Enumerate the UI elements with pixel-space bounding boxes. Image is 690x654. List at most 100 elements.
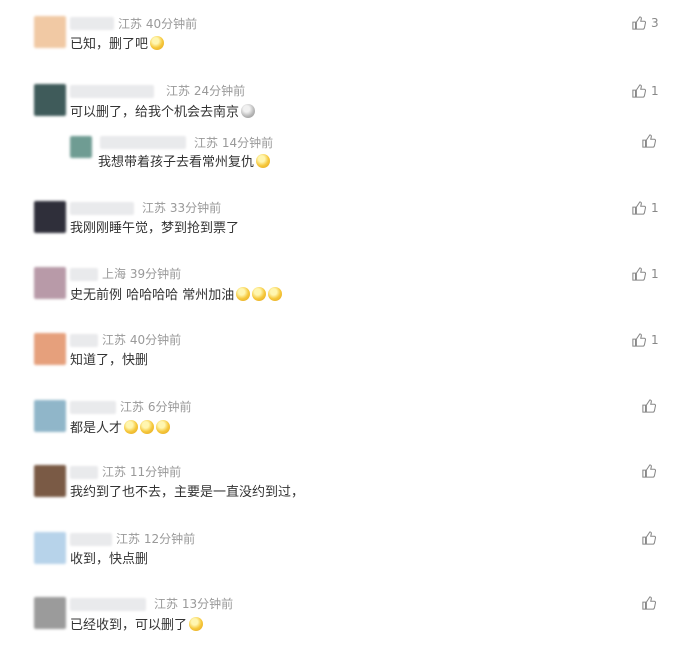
comment-body: 收到，快点删 — [70, 552, 149, 567]
thumbs-up-icon — [632, 333, 646, 347]
comment-meta: 江苏 33分钟前 — [142, 201, 221, 215]
location-label: 江苏 — [194, 136, 219, 150]
comment-item: 上海 39分钟前 史无前例 哈哈哈哈 常州加油 1 — [0, 265, 690, 321]
clap-emoji — [268, 287, 283, 301]
comment-meta: 江苏 13分钟前 — [154, 597, 233, 611]
comment-text: 史无前例 哈哈哈哈 常州加油 — [70, 287, 283, 304]
location-label: 江苏 — [116, 532, 141, 546]
comment-meta: 江苏 6分钟前 — [120, 400, 191, 414]
comment-body: 都是人才 — [70, 421, 123, 436]
avatar[interactable] — [34, 84, 66, 116]
like-count: 1 — [651, 201, 659, 215]
timestamp: 13分钟前 — [181, 597, 234, 611]
avatar[interactable] — [34, 465, 66, 497]
comment-body: 我想带着孩子去看常州复仇 — [98, 155, 255, 170]
comment-item: 江苏 6分钟前 都是人才 — [0, 398, 690, 454]
face-emoji — [124, 420, 139, 434]
face-emoji — [156, 420, 171, 434]
comment-meta: 江苏 40分钟前 — [118, 17, 197, 31]
like-count: 1 — [651, 267, 659, 281]
clap-emoji — [236, 287, 251, 301]
location-label: 江苏 — [166, 84, 191, 98]
comment-meta: 江苏 40分钟前 — [102, 333, 181, 347]
timestamp: 39分钟前 — [129, 267, 182, 281]
comment-meta: 江苏 14分钟前 — [194, 136, 273, 150]
thumbs-up-icon — [632, 16, 646, 30]
comment-meta: 江苏 11分钟前 — [102, 465, 181, 479]
like-button[interactable]: 1 — [632, 267, 659, 281]
username-blurred[interactable] — [70, 202, 134, 215]
avatar[interactable] — [34, 267, 66, 299]
location-label: 江苏 — [120, 400, 145, 414]
username-blurred[interactable] — [70, 268, 98, 281]
comment-item: 江苏 12分钟前 收到，快点删 — [0, 530, 690, 586]
comment-body: 已经收到，可以删了 — [70, 618, 188, 633]
avatar[interactable] — [34, 597, 66, 629]
like-button[interactable] — [642, 134, 661, 148]
comment-item: 江苏 11分钟前 我约到了也不去，主要是一直没约到过， — [0, 463, 690, 519]
comment-body: 我约到了也不去，主要是一直没约到过， — [70, 485, 305, 500]
username-blurred[interactable] — [70, 598, 146, 611]
like-count: 3 — [651, 16, 659, 30]
timestamp: 33分钟前 — [169, 201, 222, 215]
face-emoji — [140, 420, 155, 434]
like-count: 1 — [651, 84, 659, 98]
username-blurred[interactable] — [70, 334, 98, 347]
timestamp: 24分钟前 — [193, 84, 246, 98]
thumbs-up-icon — [632, 201, 646, 215]
comment-text: 已知，删了吧 — [70, 36, 165, 53]
face-emoji — [256, 154, 271, 168]
thumbs-up-icon — [632, 84, 646, 98]
username-blurred[interactable] — [70, 533, 112, 546]
timestamp: 11分钟前 — [129, 465, 182, 479]
username-blurred[interactable] — [70, 17, 114, 30]
clap-emoji — [252, 287, 267, 301]
comment-text: 知道了，快删 — [70, 353, 148, 369]
avatar[interactable] — [34, 333, 66, 365]
like-button[interactable]: 1 — [632, 333, 659, 347]
like-button[interactable] — [642, 596, 661, 610]
face-emoji — [150, 36, 165, 50]
location-label: 江苏 — [154, 597, 179, 611]
location-label: 上海 — [102, 267, 127, 281]
location-label: 江苏 — [102, 465, 127, 479]
comment-text: 我约到了也不去，主要是一直没约到过， — [70, 485, 304, 501]
comment-item: 江苏 40分钟前 知道了，快删 1 — [0, 331, 690, 387]
timestamp: 40分钟前 — [129, 333, 182, 347]
location-label: 江苏 — [142, 201, 167, 215]
thumbs-up-icon — [642, 134, 656, 148]
timestamp: 14分钟前 — [221, 136, 274, 150]
comment-meta: 江苏 12分钟前 — [116, 532, 195, 546]
username-blurred[interactable] — [100, 136, 186, 149]
like-button[interactable]: 1 — [632, 201, 659, 215]
comment-body: 史无前例 哈哈哈哈 常州加油 — [70, 288, 235, 303]
like-button[interactable]: 3 — [632, 16, 659, 30]
like-count: 1 — [651, 333, 659, 347]
location-label: 江苏 — [102, 333, 127, 347]
face-emoji — [189, 617, 204, 631]
thumbs-up-icon — [642, 464, 656, 478]
avatar[interactable] — [34, 532, 66, 564]
comment-text: 我想带着孩子去看常州复仇 — [98, 154, 271, 171]
comment-item: 江苏 24分钟前 可以删了，给我个机会去南京 1 — [0, 82, 690, 138]
avatar[interactable] — [34, 400, 66, 432]
avatar[interactable] — [70, 136, 92, 158]
timestamp: 40分钟前 — [145, 17, 198, 31]
location-label: 江苏 — [118, 17, 143, 31]
thumbs-up-icon — [632, 267, 646, 281]
username-blurred[interactable] — [70, 401, 116, 414]
avatar[interactable] — [34, 201, 66, 233]
username-blurred[interactable] — [70, 466, 98, 479]
comment-text: 已经收到，可以删了 — [70, 617, 204, 634]
like-button[interactable] — [642, 399, 661, 413]
like-button[interactable] — [642, 464, 661, 478]
username-blurred[interactable] — [70, 85, 154, 98]
like-button[interactable] — [642, 531, 661, 545]
comment-text: 我刚刚睡午觉，梦到抢到票了 — [70, 221, 239, 237]
comment-meta: 上海 39分钟前 — [102, 267, 181, 281]
avatar[interactable] — [34, 16, 66, 48]
timestamp: 12分钟前 — [143, 532, 196, 546]
comment-body: 知道了，快删 — [70, 353, 149, 368]
like-button[interactable]: 1 — [632, 84, 659, 98]
comment-body: 可以删了，给我个机会去南京 — [70, 105, 240, 120]
